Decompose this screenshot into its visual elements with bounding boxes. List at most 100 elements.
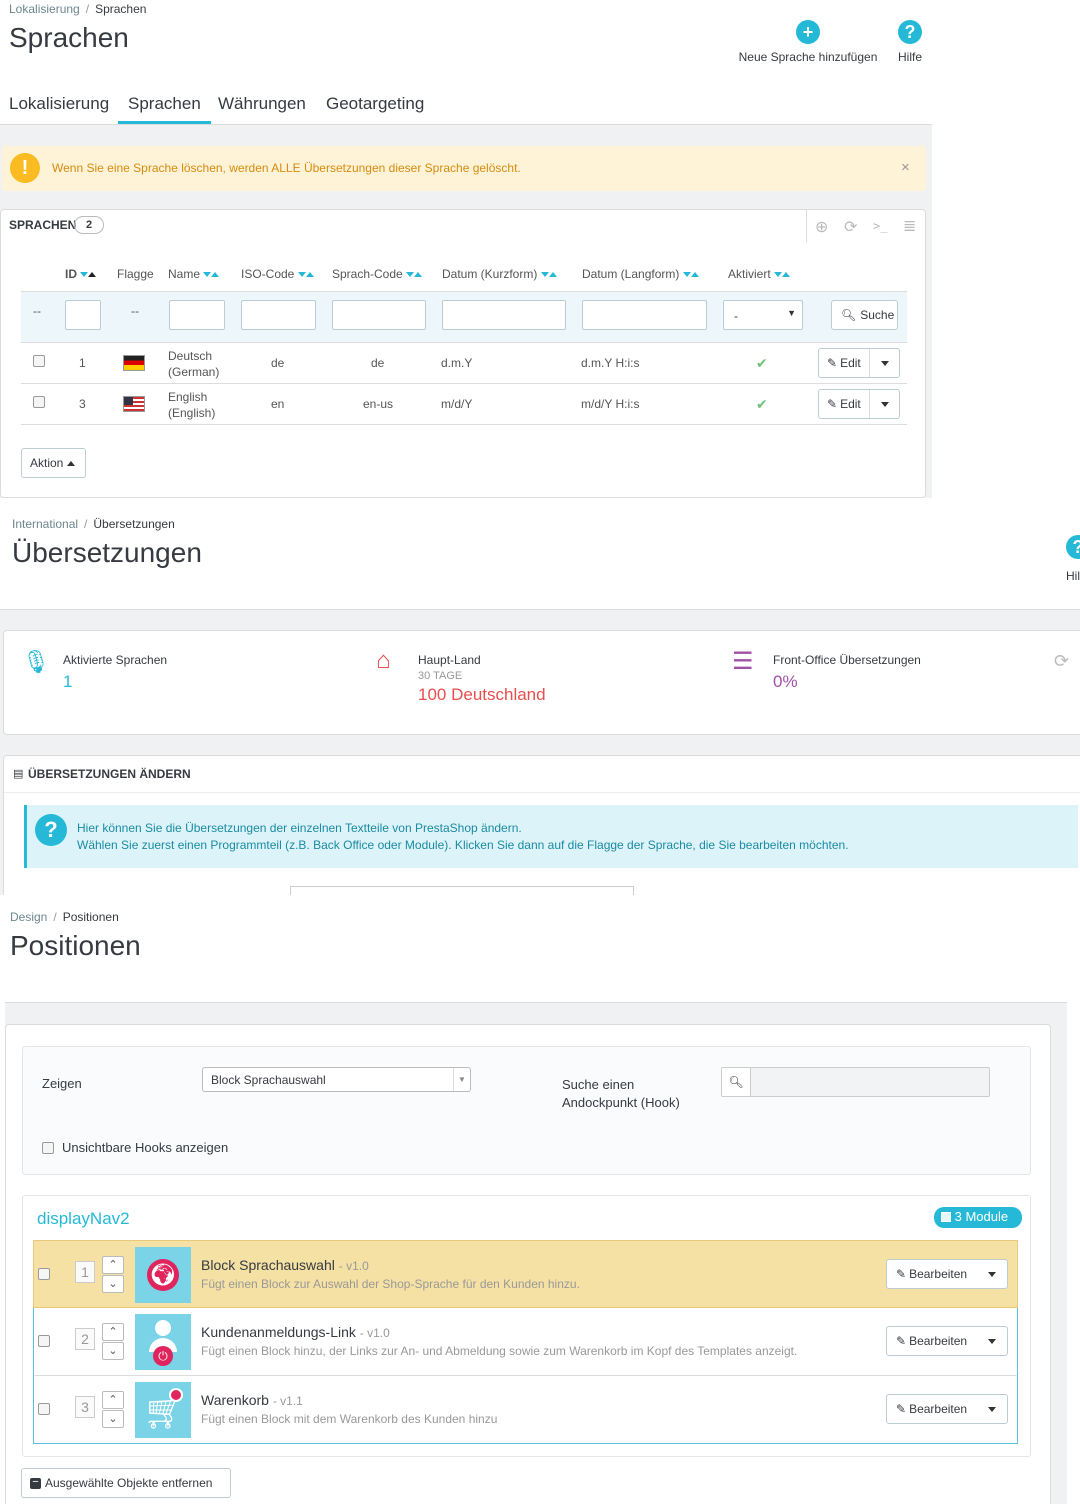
sort-desc-icon[interactable] [406, 272, 415, 278]
refresh-icon[interactable]: ⟳ [1054, 651, 1069, 672]
sort-desc-icon[interactable] [297, 272, 306, 278]
filter-date-long-input[interactable] [582, 300, 707, 330]
move-up-icon[interactable]: ⌃ [102, 1323, 124, 1341]
move-up-icon[interactable]: ⌃ [102, 1391, 124, 1409]
breadcrumb-link[interactable]: Lokalisierung [9, 2, 80, 16]
hook-search-input[interactable]: 🔍︎ [721, 1067, 990, 1097]
info-line: Hier können Sie die Übersetzungen der ei… [77, 821, 522, 835]
edit-label: Bearbeiten [909, 1402, 968, 1416]
module-checkbox[interactable] [38, 1335, 50, 1347]
filter-name-input[interactable] [169, 300, 225, 330]
question-circle-icon: ? [35, 814, 67, 846]
program-select[interactable] [290, 886, 634, 895]
sort-desc-icon[interactable] [80, 272, 89, 278]
help-label[interactable]: Hil [1066, 569, 1080, 583]
list-item[interactable]: 2 ⌃ ⌄ ⏻ Kundenanmeldungs-Link - v1.0 Füg… [33, 1308, 1018, 1376]
move-up-icon[interactable]: ⌃ [102, 1256, 124, 1274]
module-checkbox[interactable] [38, 1268, 50, 1280]
col-iso[interactable]: ISO-Code [241, 267, 314, 281]
row-checkbox[interactable] [33, 355, 45, 367]
question-circle-icon[interactable]: ? [1066, 535, 1080, 559]
help-button[interactable]: ? Hilfe [890, 20, 930, 64]
sort-desc-icon[interactable] [203, 272, 212, 278]
check-icon[interactable]: ✔ [756, 355, 768, 372]
tab-languages[interactable]: Sprachen [118, 94, 211, 124]
sort-desc-icon[interactable] [774, 272, 783, 278]
add-circle-icon[interactable]: ⊕ [815, 217, 828, 237]
sort-asc-icon[interactable] [414, 272, 423, 278]
page-title: Positionen [10, 930, 141, 961]
table-row[interactable]: 1 Deutsch (German) de de d.m.Y d.m.Y H:i:… [21, 343, 907, 384]
caret-down-icon[interactable] [869, 349, 899, 377]
invisible-hooks-label[interactable]: Unsichtbare Hooks anzeigen [62, 1140, 228, 1155]
close-icon[interactable]: × [901, 159, 910, 176]
question-circle-icon: ? [898, 20, 922, 44]
list-item[interactable]: 3 ⌃ ⌄ 🛒︎ Warenkorb - v1.1 Fügt einen Blo… [33, 1376, 1018, 1444]
kpi-value: 1 [63, 672, 73, 691]
move-down-icon[interactable]: ⌄ [102, 1410, 124, 1428]
translations-panel: ▤ ÜBERSETZUNGEN ÄNDERN ? Hier können Sie… [3, 755, 1080, 895]
edit-button[interactable]: ✎ Bearbeiten [886, 1326, 1008, 1356]
invisible-hooks-checkbox[interactable] [42, 1142, 54, 1154]
terminal-icon[interactable]: >_ [873, 219, 887, 233]
bulk-action-button[interactable]: Aktion [21, 448, 86, 478]
sort-desc-icon[interactable] [540, 272, 549, 278]
caret-down-icon[interactable] [977, 1260, 1007, 1288]
check-icon[interactable]: ✔ [756, 396, 768, 413]
col-id[interactable]: ID [65, 267, 97, 281]
module-name: Kundenanmeldungs-Link [201, 1324, 356, 1340]
filter-active-select[interactable]: - ▼ [723, 300, 803, 330]
move-down-icon[interactable]: ⌄ [102, 1275, 124, 1293]
module-checkbox[interactable] [38, 1403, 50, 1415]
caret-down-icon[interactable] [869, 390, 899, 418]
remove-selected-button[interactable]: − Ausgewählte Objekte entfernen [21, 1468, 231, 1498]
edit-button[interactable]: ✎ Bearbeiten [886, 1394, 1008, 1424]
col-name[interactable]: Name [168, 267, 220, 281]
breadcrumb-link[interactable]: Design [10, 910, 47, 924]
tab-localization[interactable]: Lokalisierung [9, 94, 109, 114]
database-icon[interactable]: ≣ [903, 216, 916, 236]
table-row[interactable]: 3 English (English) en en-us m/d/Y m/d/Y … [21, 384, 907, 425]
row-iso: de [271, 356, 285, 370]
filter-empty: -- [33, 304, 41, 318]
sort-desc-icon[interactable] [682, 272, 691, 278]
breadcrumb: International / Übersetzungen [12, 517, 175, 531]
edit-button[interactable]: ✎ Edit [818, 348, 900, 378]
refresh-icon[interactable]: ⟳ [844, 217, 857, 237]
sort-asc-icon[interactable] [548, 272, 557, 278]
col-lang-code-label: Sprach-Code [332, 267, 403, 281]
info-text: Hier können Sie die Übersetzungen der ei… [77, 820, 849, 854]
breadcrumb-link[interactable]: International [12, 517, 78, 531]
edit-button[interactable]: ✎ Bearbeiten [886, 1259, 1008, 1289]
add-language-button[interactable]: + Neue Sprache hinzufügen [733, 20, 883, 64]
sort-asc-icon[interactable] [782, 272, 791, 278]
breadcrumb-current: Positionen [62, 910, 119, 924]
col-date-long[interactable]: Datum (Langform) [582, 267, 699, 281]
row-checkbox[interactable] [33, 396, 45, 408]
filter-id-input[interactable] [65, 300, 101, 330]
filter-iso-input[interactable] [241, 300, 316, 330]
edit-button[interactable]: ✎ Edit [818, 389, 900, 419]
col-active[interactable]: Aktiviert [728, 267, 791, 281]
caret-down-icon[interactable] [977, 1327, 1007, 1355]
sort-asc-icon[interactable] [690, 272, 699, 278]
sort-asc-icon[interactable] [305, 272, 314, 278]
search-button[interactable]: 🔍︎ Suche [831, 300, 898, 330]
caret-down-icon[interactable] [977, 1395, 1007, 1423]
filter-date-short-input[interactable] [442, 300, 566, 330]
module-select[interactable]: Block Sprachauswahl ▼ [202, 1067, 471, 1092]
module-version: - v1.0 [359, 1326, 390, 1340]
tab-geotargeting[interactable]: Geotargeting [326, 94, 424, 114]
pencil-icon: ✎ [827, 356, 838, 370]
col-lang-code[interactable]: Sprach-Code [332, 267, 423, 281]
col-date-short[interactable]: Datum (Kurzform) [442, 267, 557, 281]
sort-asc-icon[interactable] [88, 272, 97, 278]
sort-asc-icon[interactable] [211, 272, 220, 278]
filter-lang-code-input[interactable] [332, 300, 426, 330]
hook-name: displayNav2 [37, 1209, 130, 1228]
move-down-icon[interactable]: ⌄ [102, 1342, 124, 1360]
search-label: Suche [860, 308, 895, 322]
minus-square-icon: − [30, 1476, 41, 1489]
list-item[interactable]: 1 ⌃ ⌄ 🌍︎ Block Sprachauswahl - v1.0 Fügt… [33, 1240, 1018, 1308]
tab-currencies[interactable]: Währungen [218, 94, 306, 114]
